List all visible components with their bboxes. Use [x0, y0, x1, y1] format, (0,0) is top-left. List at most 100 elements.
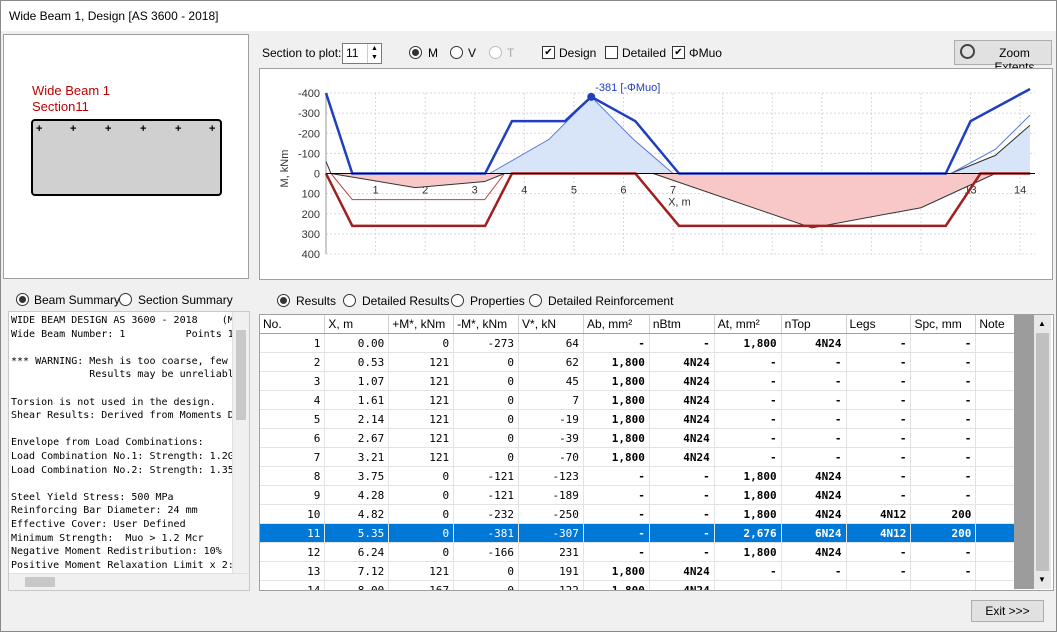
column-header[interactable]: nTop: [781, 315, 847, 334]
svg-text:+: +: [105, 123, 111, 135]
table-cell: -: [649, 485, 715, 505]
x-tick-label: 7: [670, 185, 676, 197]
table-cell: 6.24: [324, 542, 390, 562]
summary-text-panel[interactable]: WIDE BEAM DESIGN AS 3600 - 2018 (Mx Wide…: [8, 311, 250, 591]
x-tick-label: 1: [373, 185, 379, 197]
table-vscroll[interactable]: ▲ ▼: [1014, 315, 1051, 589]
table-cell: -: [846, 580, 912, 590]
summary-hscroll-thumb[interactable]: [25, 577, 55, 587]
section-summary-radio[interactable]: [119, 293, 132, 306]
table-cell: -: [649, 523, 715, 543]
beam-summary-radio[interactable]: [16, 293, 29, 306]
table-cell: 0: [453, 409, 520, 429]
x-tick-label: 4: [521, 185, 527, 197]
table-row[interactable]: 3 1.07 121 0 45 1,800 4N24- - - -: [260, 371, 1015, 391]
column-header[interactable]: X, m: [324, 315, 390, 334]
radio-shear[interactable]: [450, 46, 463, 59]
detailed-checkbox[interactable]: [605, 46, 618, 59]
radio-moment[interactable]: [409, 46, 422, 59]
table-cell: -: [649, 542, 715, 562]
exit-button[interactable]: Exit >>>: [971, 600, 1044, 622]
y-tick-label: 0: [314, 169, 320, 181]
zoom-extents-button[interactable]: Zoom Extents: [954, 40, 1052, 74]
table-cell: 13: [260, 561, 326, 581]
table-cell: 121: [388, 428, 455, 448]
table-cell: -: [583, 523, 650, 543]
results-grid: No. X, m +M*, kNm -M*, kNm V*, kN Ab, mm² nBtm…: [260, 315, 1015, 590]
table-cell: -: [846, 447, 912, 467]
exit-button-label: Exit >>>: [985, 604, 1030, 618]
table-cell: 1.61: [324, 390, 390, 410]
design-checkbox[interactable]: ✔: [542, 46, 555, 59]
column-header[interactable]: Legs: [846, 315, 912, 334]
summary-vscroll[interactable]: [232, 312, 249, 590]
design-label: Design: [559, 46, 597, 60]
column-header[interactable]: nBtm: [649, 315, 715, 334]
table-row[interactable]: 5 2.14 121 0 -19 1,800 4N24- - - -: [260, 409, 1015, 429]
table-cell: 6N24: [781, 523, 847, 543]
table-row[interactable]: 9 4.28 0 -121 -189- -1,800 4N24- -: [260, 485, 1015, 505]
table-row[interactable]: 4 1.61 121 0 7 1,800 4N24- - - -: [260, 390, 1015, 410]
phimuo-checkbox[interactable]: ✔: [672, 46, 685, 59]
table-cell: 0: [453, 447, 520, 467]
table-cell: -273: [453, 333, 520, 353]
column-header[interactable]: +M*, kNm: [388, 315, 455, 334]
detailed-results-radio[interactable]: [343, 294, 356, 307]
table-row[interactable]: 6 2.67 121 0 -39 1,800 4N24- - - -: [260, 428, 1015, 448]
radio-torsion[interactable]: [489, 46, 502, 59]
table-cell: 9: [260, 485, 326, 505]
scroll-up-icon[interactable]: ▲: [1038, 319, 1046, 328]
column-header[interactable]: No.: [260, 315, 326, 334]
table-cell: -: [583, 504, 650, 524]
table-row[interactable]: 10 4.82 0 -232 -250- -1,800 4N24 4N12 200: [260, 504, 1015, 524]
table-row[interactable]: 14 8.00 167 0 122 1,800 4N24- - - -: [260, 580, 1015, 590]
table-body: 1 0.00 0 -273 64- -1,800 4N24- -2 0.53 121 0 62 1,80…: [260, 333, 1015, 590]
column-header[interactable]: -M*, kNm: [453, 315, 520, 334]
table-cell: -: [910, 542, 977, 562]
results-radio[interactable]: [277, 294, 290, 307]
table-cell: -: [910, 333, 977, 353]
table-cell: -: [910, 561, 977, 581]
spinner-arrows[interactable]: ▲ ▼: [367, 44, 381, 63]
table-row[interactable]: 12 6.24 0 -166 231- -1,800 4N24- -: [260, 542, 1015, 562]
table-cell: -: [846, 428, 912, 448]
table-cell: 11: [260, 523, 326, 543]
table-row[interactable]: 7 3.21 121 0 -70 1,800 4N24- - - -: [260, 447, 1015, 467]
table-row[interactable]: 11 5.35 0 -381 -307- -2,676 6N24 4N12 200: [260, 523, 1015, 543]
table-row[interactable]: 1 0.00 0 -273 64- -1,800 4N24- -: [260, 333, 1015, 353]
table-cell: 0.00: [324, 333, 390, 353]
table-row[interactable]: 8 3.75 0 -121 -123- -1,800 4N24- -: [260, 466, 1015, 486]
column-header[interactable]: Spc, mm: [910, 315, 977, 334]
table-row[interactable]: 2 0.53 121 0 62 1,800 4N24- - - -: [260, 352, 1015, 372]
detailed-label: Detailed: [622, 46, 667, 60]
svg-text:+: +: [175, 123, 181, 135]
section-spinner[interactable]: 11 ▲ ▼: [342, 43, 382, 64]
table-cell: -: [781, 371, 847, 391]
magnifier-icon: [960, 44, 975, 59]
x-axis-label: X, m: [668, 197, 691, 209]
scroll-down-icon[interactable]: ▼: [1038, 575, 1046, 584]
results-table[interactable]: No. X, m +M*, kNm -M*, kNm V*, kN Ab, mm² nBtm…: [259, 314, 1054, 591]
summary-hscroll[interactable]: [9, 573, 249, 590]
table-vscroll-thumb[interactable]: [1036, 333, 1049, 571]
table-cell: 1,800: [714, 485, 782, 505]
table-cell: -121: [453, 466, 520, 486]
properties-radio[interactable]: [451, 294, 464, 307]
table-cell: 0.53: [324, 352, 390, 372]
table-cell: -: [846, 466, 912, 486]
table-row[interactable]: 13 7.12 121 0 191 1,800 4N24- - - -: [260, 561, 1015, 581]
summary-vscroll-thumb[interactable]: [236, 330, 246, 420]
column-header[interactable]: At, mm²: [714, 315, 782, 334]
table-cell: 0: [388, 542, 455, 562]
table-cell: -: [781, 352, 847, 372]
table-cell: 4N24: [781, 542, 847, 562]
column-header[interactable]: Note: [975, 315, 1015, 334]
table-cell: -: [714, 428, 782, 448]
detailed-reinforcement-radio[interactable]: [529, 294, 542, 307]
table-vscroll-track[interactable]: ▲ ▼: [1034, 315, 1051, 589]
phimuo-negative-line: [324, 87, 1031, 175]
column-header[interactable]: Ab, mm²: [583, 315, 650, 334]
table-cell: -: [846, 352, 912, 372]
column-header[interactable]: V*, kN: [518, 315, 584, 334]
table-cell: 45: [518, 371, 584, 391]
